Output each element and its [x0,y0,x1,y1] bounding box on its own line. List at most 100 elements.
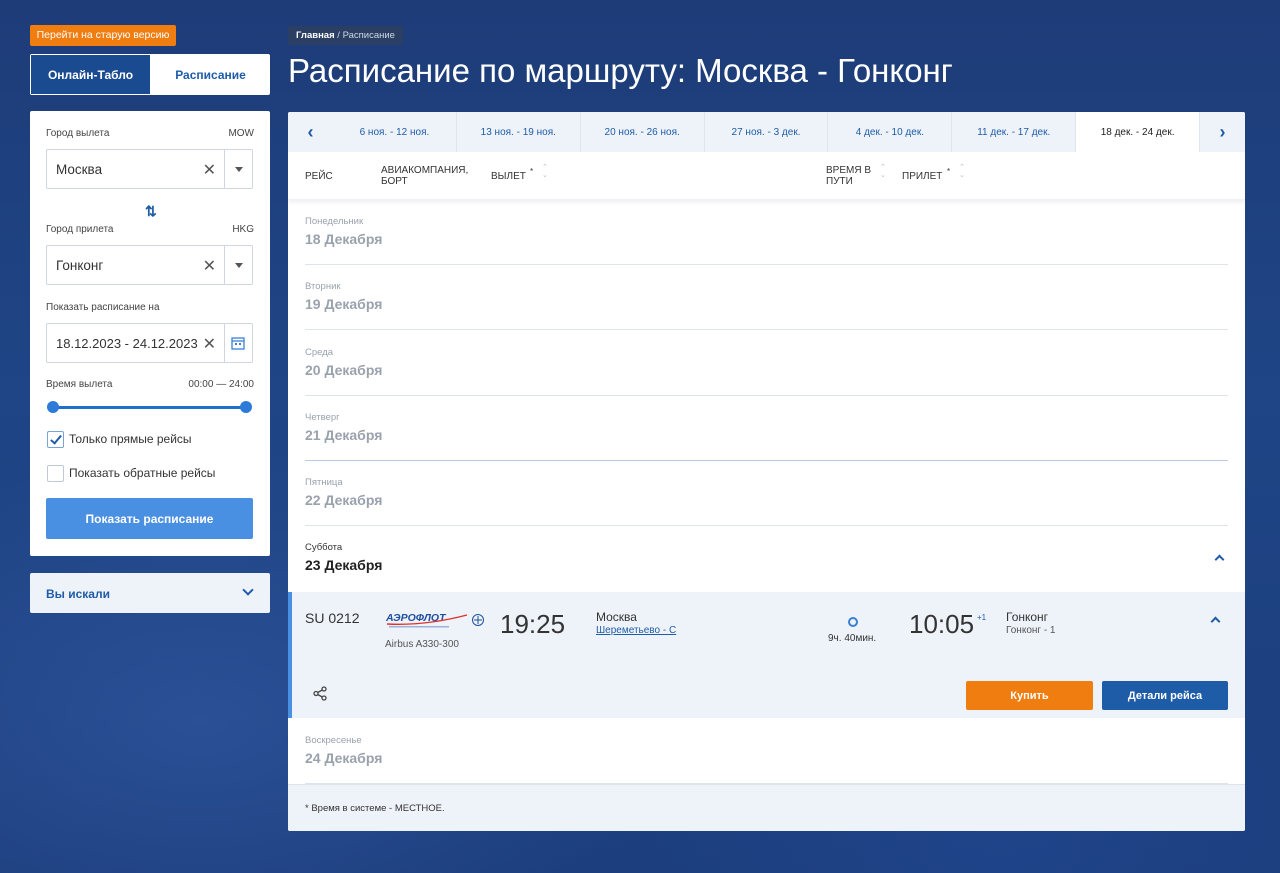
svg-text:АЭРОФЛОТ: АЭРОФЛОТ [385,612,447,624]
day-row[interactable]: Вторник 19 Декабря [305,265,1228,330]
schedule-card: ‹ 6 ноя. - 12 ноя. 13 ноя. - 19 ноя. 20 … [288,112,1245,831]
swap-icon[interactable]: ⇅ [145,203,157,220]
col-duration[interactable]: ВРЕМЯ В ПУТИ [826,165,876,187]
col-departure[interactable]: ВЫЛЕТ [491,171,526,182]
footnote: * Время в системе - МЕСТНОЕ. [288,784,1245,831]
day-row[interactable]: Среда 20 Декабря [305,331,1228,396]
arrival-airport: Гонконг - 1 [1006,625,1056,636]
to-label: Город прилета [46,224,114,235]
from-city-value: Москва [56,162,103,177]
mode-tabs: Онлайн-Табло Расписание [30,54,270,95]
next-day-badge: +1 [977,613,987,622]
time-range-value: 00:00 — 24:00 [188,379,254,390]
week-tab[interactable]: 6 ноя. - 12 ноя. [333,112,457,152]
show-schedule-button[interactable]: Показать расписание [46,498,253,539]
search-history-panel[interactable]: Вы искали [30,573,270,613]
clear-icon[interactable]: ✕ [203,334,216,354]
date-range-value: 18.12.2023 - 24.12.2023 [56,336,198,351]
aircraft-type: Airbus A330-300 [385,639,459,650]
day-date: 22 Декабря [305,492,383,508]
chevron-down-icon[interactable] [242,584,254,596]
flight-number: SU 0212 [305,610,360,626]
to-city-field[interactable]: Гонконг ✕ [46,245,253,285]
return-flights-label[interactable]: Показать обратные рейсы [69,466,215,480]
departure-city: Москва [596,610,637,624]
day-row[interactable]: Понедельник 18 Декабря [305,200,1228,265]
week-tab[interactable]: 4 дек. - 10 дек. [828,112,953,152]
clear-icon[interactable]: ✕ [203,256,216,276]
day-row[interactable]: Четверг 21 Декабря [305,396,1228,461]
chevron-up-icon[interactable] [1214,554,1225,565]
day-name: Пятница [305,477,343,488]
chevron-up-icon[interactable] [1210,616,1221,627]
week-tab-active[interactable]: 18 дек. - 24 дек. [1076,112,1201,152]
page-title: Расписание по маршруту: Москва - Гонконг [288,52,953,89]
arrival-time: 10:05 [909,609,975,639]
column-headers: РЕЙС АВИАКОМПАНИЯ, БОРТ ВЫЛЕТ * ⌃ ⌄ ВРЕМЯ… [288,152,1245,200]
day-name: Понедельник [305,216,364,227]
col-flight: РЕЙС [305,171,333,182]
time-label: Время вылета [46,379,113,390]
sort-icon[interactable]: ⌃ ⌄ [880,164,886,180]
day-date: 24 Декабря [305,750,383,766]
day-name: Суббота [305,542,343,553]
clock-icon [848,617,858,627]
chevron-left-icon[interactable]: ‹ [288,112,333,152]
return-flights-checkbox[interactable] [47,465,64,482]
day-name: Четверг [305,412,340,423]
from-code: MOW [228,128,254,139]
col-arrival[interactable]: ПРИЛЕТ [902,171,942,182]
old-version-button[interactable]: Перейти на старую версию [30,25,176,46]
departure-airport-link[interactable]: Шереметьево - С [596,625,676,636]
to-city-value: Гонконг [56,258,104,273]
day-row[interactable]: Воскресенье 24 Декабря [305,719,1228,784]
day-date: 19 Декабря [305,296,383,312]
week-tabs: ‹ 6 ноя. - 12 ноя. 13 ноя. - 19 ноя. 20 … [288,112,1245,152]
date-range-field[interactable]: 18.12.2023 - 24.12.2023 ✕ [46,323,253,363]
slider-max-handle[interactable] [240,401,252,413]
day-date: 21 Декабря [305,427,383,443]
breadcrumb-home[interactable]: Главная [296,30,335,41]
direct-flights-checkbox[interactable] [47,431,64,448]
buy-button[interactable]: Купить [966,681,1093,710]
week-tab[interactable]: 20 ноя. - 26 ноя. [581,112,705,152]
day-row-expanded[interactable]: Суббота 23 Декабря [305,526,1228,591]
departure-time: 19:25 [500,609,566,639]
col-airline: АВИАКОМПАНИЯ, БОРТ [381,165,469,187]
search-panel: Город вылета MOW Москва ✕ ⇅ Город прилет… [30,111,270,556]
tab-online-board[interactable]: Онлайн-Табло [30,54,151,95]
to-code: HKG [232,224,254,235]
flight-duration: 9ч. 40мин. [828,633,877,644]
day-date: 18 Декабря [305,231,383,247]
caret-down-icon[interactable] [235,263,243,268]
day-name: Вторник [305,281,341,292]
calendar-icon[interactable] [231,336,245,350]
aeroflot-logo-icon: АЭРОФЛОТ [385,612,484,628]
sort-icon[interactable]: ⌃ ⌄ [959,164,965,180]
footnote-text: * Время в системе - МЕСТНОЕ. [305,803,445,814]
sort-icon[interactable]: ⌃ ⌄ [542,164,548,180]
direct-flights-label[interactable]: Только прямые рейсы [69,432,192,446]
week-tab[interactable]: 13 ноя. - 19 ноя. [457,112,581,152]
slider-min-handle[interactable] [47,401,59,413]
tab-schedule[interactable]: Расписание [151,54,270,95]
arrival-city: Гонконг [1006,610,1049,624]
breadcrumb-current: Расписание [342,30,395,41]
flight-row[interactable]: SU 0212 АЭРОФЛОТ Airbus A330-300 19:25 М… [288,592,1245,718]
search-history-label: Вы искали [46,587,110,601]
aeroflot-logo: АЭРОФЛОТ [385,611,489,640]
from-label: Город вылета [46,128,110,139]
day-date: 20 Декабря [305,362,383,378]
day-name: Воскресенье [305,735,362,746]
breadcrumb: Главная / Расписание [288,26,403,45]
week-tab[interactable]: 11 дек. - 17 дек. [952,112,1077,152]
share-icon[interactable] [313,686,327,701]
caret-down-icon[interactable] [235,167,243,172]
day-row[interactable]: Пятница 22 Декабря [305,461,1228,526]
time-slider[interactable] [47,401,252,413]
chevron-right-icon[interactable]: › [1200,112,1245,152]
clear-icon[interactable]: ✕ [203,160,216,180]
week-tab[interactable]: 27 ноя. - 3 дек. [705,112,829,152]
flight-details-button[interactable]: Детали рейса [1102,681,1228,710]
from-city-field[interactable]: Москва ✕ [46,149,253,189]
